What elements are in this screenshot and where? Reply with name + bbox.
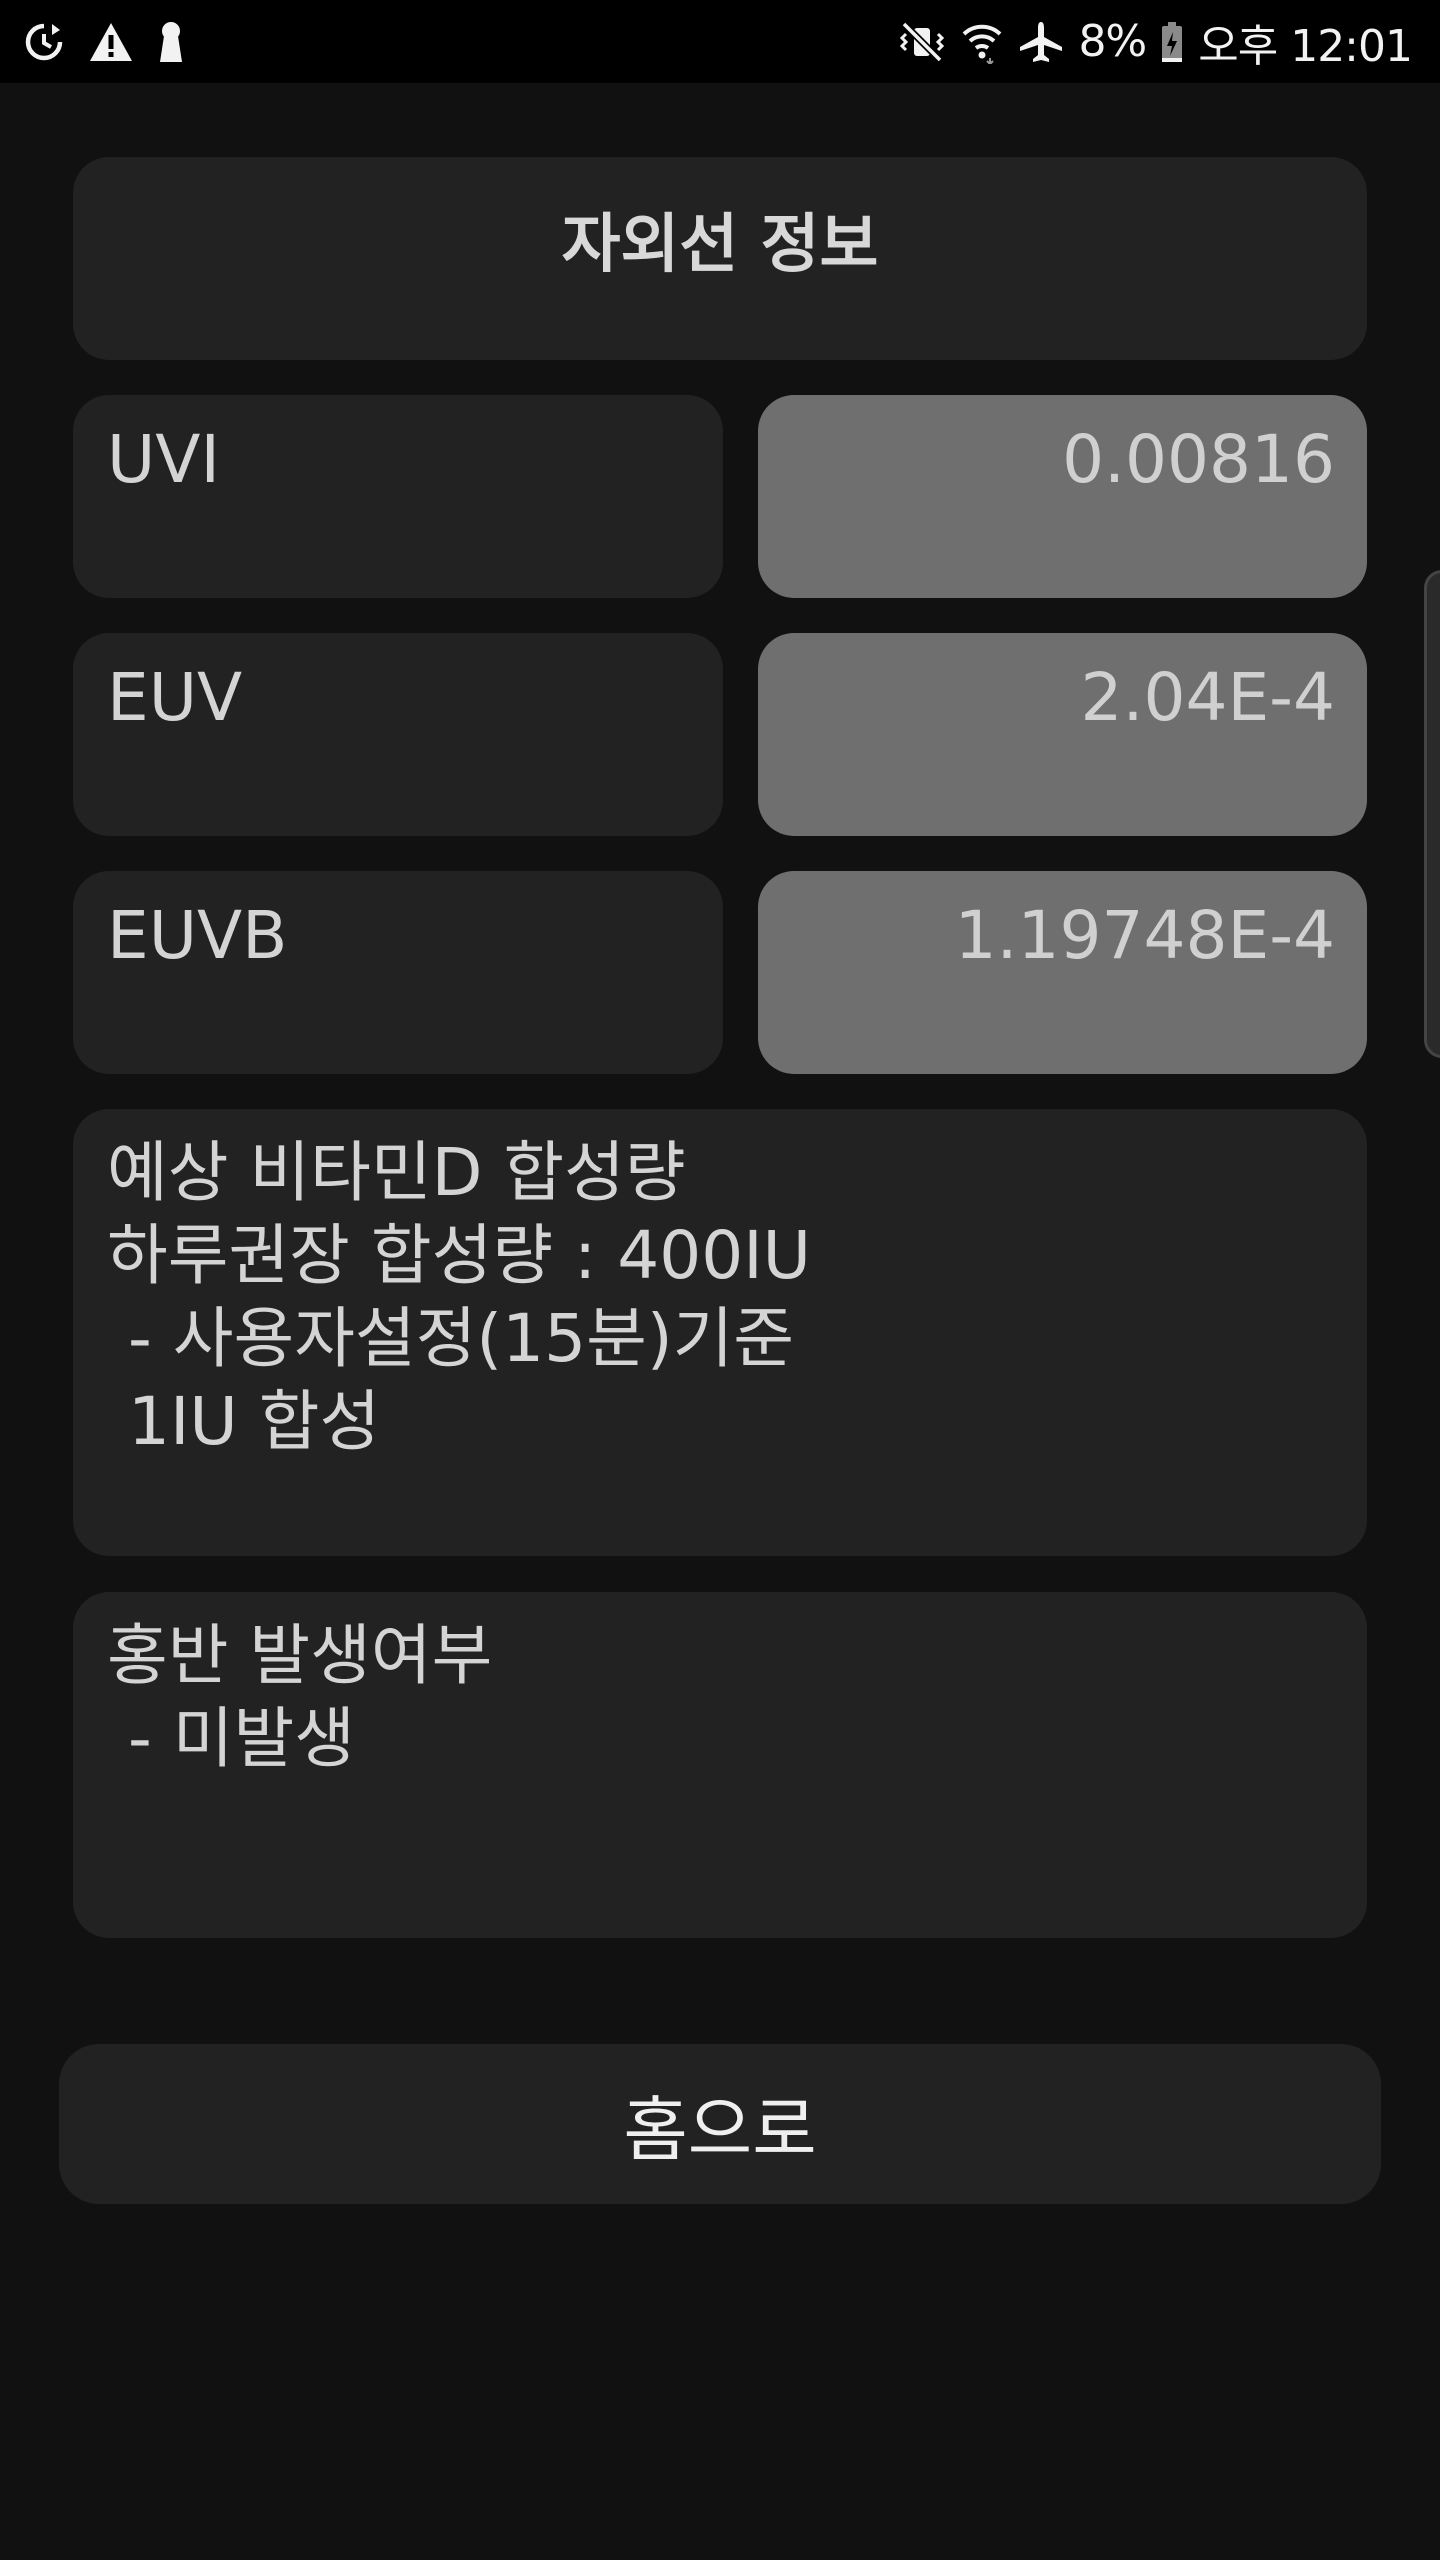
euvb-value: 1.19748E-4 xyxy=(954,897,1335,974)
euv-value: 2.04E-4 xyxy=(1080,659,1335,736)
airplane-icon xyxy=(1018,20,1064,64)
euvb-label: EUVB xyxy=(107,897,288,974)
uvi-value: 0.00816 xyxy=(1062,421,1335,498)
uvi-value-card: 0.00816 xyxy=(758,395,1367,598)
euvb-value-card: 1.19748E-4 xyxy=(758,871,1367,1074)
euv-label: EUV xyxy=(107,659,243,736)
euvb-label-card: EUVB xyxy=(73,871,723,1074)
page-title: 자외선 정보 xyxy=(561,208,879,282)
clock: 오후 12:01 xyxy=(1198,20,1413,72)
vitamin-d-text: 예상 비타민D 합성량 하루권장 합성량 : 400IU - 사용자설정(15분… xyxy=(107,1134,811,1460)
vitamin-d-card: 예상 비타민D 합성량 하루권장 합성량 : 400IU - 사용자설정(15분… xyxy=(73,1109,1367,1556)
euv-label-card: EUV xyxy=(73,633,723,836)
mute-vibrate-icon xyxy=(898,20,946,64)
status-bar: 8% 오후 12:01 xyxy=(0,0,1440,83)
uvi-label: UVI xyxy=(107,421,220,498)
uvi-label-card: UVI xyxy=(73,395,723,598)
home-button[interactable]: 홈으로 xyxy=(59,2044,1381,2204)
status-bar-right: 8% 오후 12:01 xyxy=(884,0,1413,83)
battery-icon xyxy=(1160,20,1184,64)
euv-value-card: 2.04E-4 xyxy=(758,633,1367,836)
edge-panel-handle[interactable] xyxy=(1424,570,1440,1058)
warning-icon xyxy=(88,20,134,64)
header-card: 자외선 정보 xyxy=(73,157,1367,360)
erythema-text: 홍반 발생여부 - 미발생 xyxy=(107,1617,493,1777)
keyhole-icon xyxy=(156,20,186,64)
sync-icon xyxy=(22,20,66,64)
status-bar-left xyxy=(22,0,208,83)
wifi-icon xyxy=(960,20,1004,64)
battery-percent: 8% xyxy=(1078,16,1147,67)
erythema-card: 홍반 발생여부 - 미발생 xyxy=(73,1592,1367,1938)
